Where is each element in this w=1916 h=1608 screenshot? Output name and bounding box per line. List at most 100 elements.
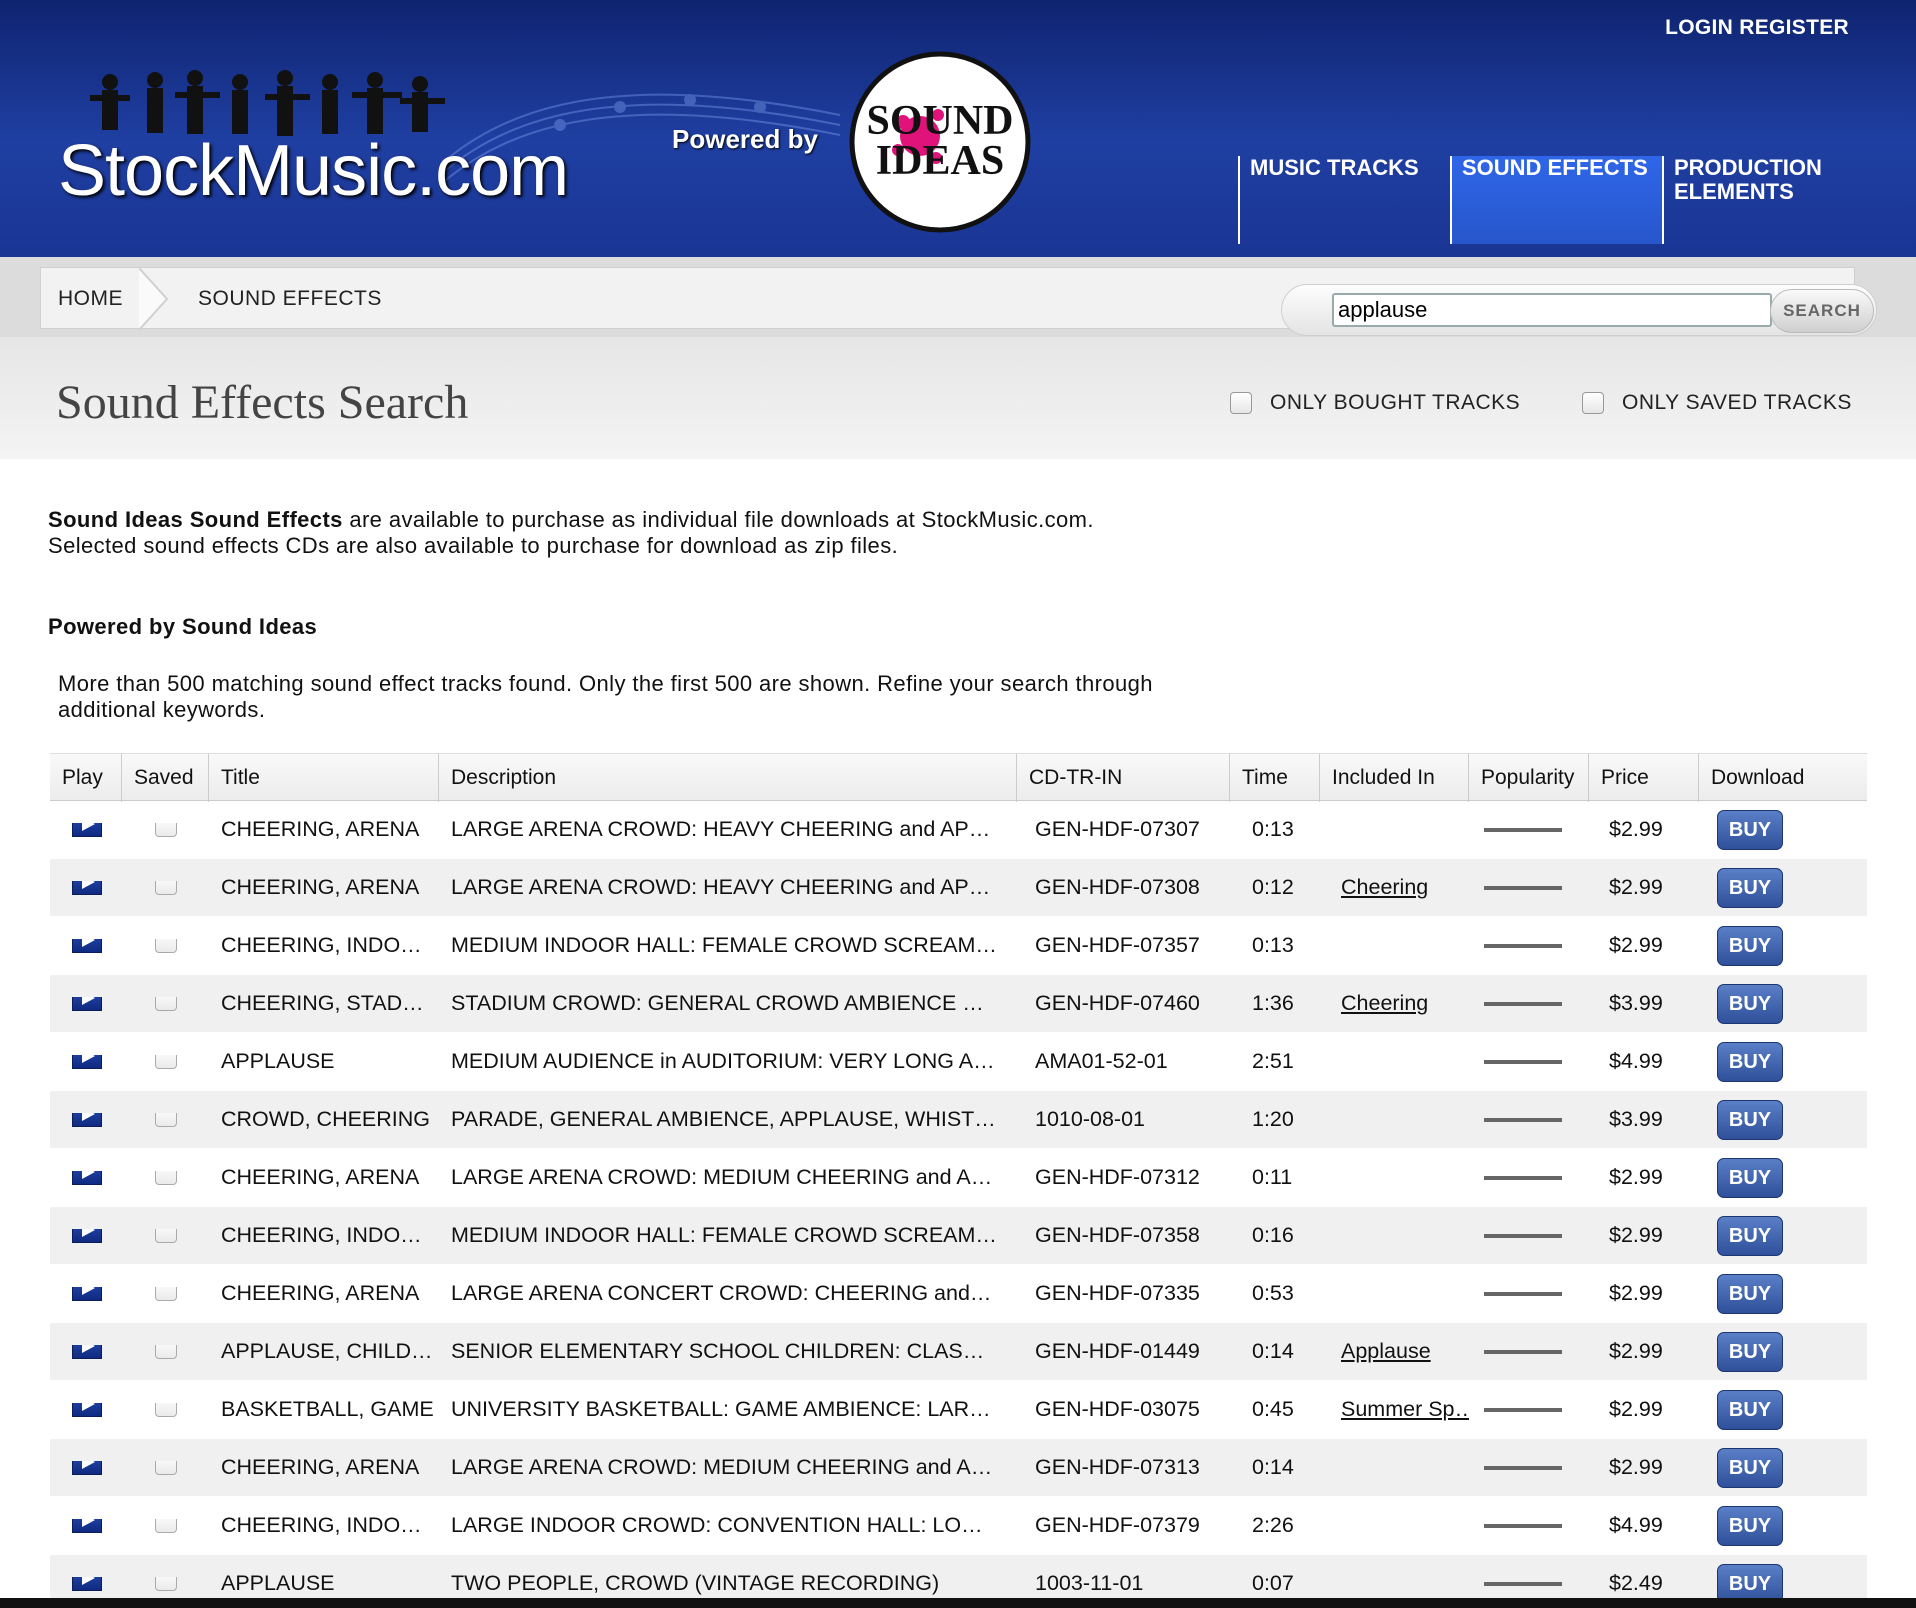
nav-production-elements[interactable]: PRODUCTION ELEMENTS (1662, 156, 1874, 244)
buy-button[interactable]: BUY (1717, 1215, 1783, 1256)
play-icon[interactable] (72, 1286, 102, 1301)
play-cell (50, 1228, 122, 1243)
buy-button[interactable]: BUY (1717, 1389, 1783, 1430)
play-icon[interactable] (72, 1112, 102, 1127)
saved-cell (122, 1460, 209, 1475)
buy-button[interactable]: BUY (1717, 1447, 1783, 1488)
save-checkbox[interactable] (154, 1576, 177, 1591)
play-icon[interactable] (72, 1460, 102, 1475)
header-time[interactable]: Time (1230, 754, 1320, 802)
save-checkbox[interactable] (154, 1344, 177, 1359)
nav-music-tracks[interactable]: MUSIC TRACKS (1238, 156, 1450, 244)
play-icon[interactable] (72, 1170, 102, 1185)
table-row: CROWD, CHEERING PARADE, GENERAL AMBIENCE,… (50, 1091, 1867, 1149)
buy-button[interactable]: BUY (1717, 867, 1783, 908)
track-price: $3.99 (1609, 1107, 1663, 1131)
save-checkbox[interactable] (154, 880, 177, 895)
buy-button[interactable]: BUY (1717, 1273, 1783, 1314)
track-description: STADIUM CROWD: GENERAL CROWD AMBIENCE … (451, 991, 984, 1015)
header-title[interactable]: Title (209, 754, 439, 802)
track-description: LARGE INDOOR CROWD: CONVENTION HALL: LO… (451, 1513, 983, 1537)
track-description: LARGE ARENA CROWD: HEAVY CHEERING and AP… (451, 875, 991, 899)
main-nav: MUSIC TRACKS SOUND EFFECTS PRODUCTION EL… (1238, 156, 1874, 244)
track-title: CHEERING, INDO… (221, 1223, 422, 1247)
header-saved[interactable]: Saved (122, 754, 209, 802)
nav-sound-effects[interactable]: SOUND EFFECTS (1450, 156, 1662, 244)
buy-button[interactable]: BUY (1717, 925, 1783, 966)
save-checkbox[interactable] (154, 822, 177, 837)
save-checkbox[interactable] (154, 1228, 177, 1243)
header-cd[interactable]: CD-TR-IN (1017, 754, 1230, 802)
login-link[interactable]: LOGIN (1665, 16, 1733, 39)
download-cell: BUY (1699, 1389, 1867, 1430)
buy-button[interactable]: BUY (1717, 809, 1783, 850)
track-time: 0:16 (1252, 1223, 1294, 1247)
track-description: MEDIUM INDOOR HALL: FEMALE CROWD SCREAM… (451, 1223, 997, 1247)
save-checkbox[interactable] (154, 1460, 177, 1475)
buy-button[interactable]: BUY (1717, 983, 1783, 1024)
track-cd-code: GEN-HDF-07460 (1035, 991, 1200, 1015)
track-price: $2.99 (1609, 1165, 1663, 1189)
play-icon[interactable] (72, 938, 102, 953)
play-cell (50, 1344, 122, 1359)
included-in-link[interactable]: Applause (1341, 1339, 1431, 1363)
buy-button[interactable]: BUY (1717, 1099, 1783, 1140)
track-time: 0:07 (1252, 1571, 1294, 1595)
play-icon[interactable] (72, 1228, 102, 1243)
save-checkbox[interactable] (154, 938, 177, 953)
header-description[interactable]: Description (439, 754, 1017, 802)
breadcrumb: HOME SOUND EFFECTS SEARCH (40, 267, 1877, 336)
included-in-link[interactable]: Summer Sp… (1341, 1397, 1469, 1421)
play-icon[interactable] (72, 1576, 102, 1591)
play-icon[interactable] (72, 822, 102, 837)
save-checkbox[interactable] (154, 1518, 177, 1533)
buy-button[interactable]: BUY (1717, 1157, 1783, 1198)
table-row: BASKETBALL, GAME UNIVERSITY BASKETBALL: G… (50, 1381, 1867, 1439)
sound-ideas-logo[interactable]: SOUND IDEAS (848, 50, 1033, 235)
save-checkbox[interactable] (154, 1112, 177, 1127)
save-checkbox[interactable] (154, 1054, 177, 1069)
download-cell: BUY (1699, 925, 1867, 966)
included-in-link[interactable]: Cheering (1341, 991, 1428, 1015)
play-icon[interactable] (72, 1054, 102, 1069)
search-input[interactable] (1332, 293, 1772, 327)
popularity-bar (1484, 1001, 1562, 1006)
breadcrumb-home[interactable]: HOME (58, 268, 123, 330)
track-description: PARADE, GENERAL AMBIENCE, APPLAUSE, WHIS… (451, 1107, 996, 1131)
header-included[interactable]: Included In (1320, 754, 1469, 802)
download-cell: BUY (1699, 1157, 1867, 1198)
saved-checkbox[interactable] (1582, 392, 1604, 414)
buy-button[interactable]: BUY (1717, 1041, 1783, 1082)
buy-button[interactable]: BUY (1717, 1505, 1783, 1546)
save-checkbox[interactable] (154, 996, 177, 1011)
track-description: LARGE ARENA CROWD: HEAVY CHEERING and AP… (451, 817, 991, 841)
register-link[interactable]: REGISTER (1739, 16, 1849, 39)
bought-checkbox[interactable] (1230, 392, 1252, 414)
popularity-bar (1484, 1291, 1562, 1296)
included-in-link[interactable]: Cheering (1341, 875, 1428, 899)
header-play[interactable]: Play (50, 754, 122, 802)
save-checkbox[interactable] (154, 1402, 177, 1417)
buy-button[interactable]: BUY (1717, 1331, 1783, 1372)
header-price[interactable]: Price (1589, 754, 1699, 802)
track-price: $2.99 (1609, 1455, 1663, 1479)
track-description: LARGE ARENA CROWD: MEDIUM CHEERING and A… (451, 1455, 993, 1479)
popularity-cell (1469, 1233, 1589, 1238)
play-icon[interactable] (72, 1344, 102, 1359)
header-popularity[interactable]: Popularity (1469, 754, 1589, 802)
play-icon[interactable] (72, 996, 102, 1011)
play-icon[interactable] (72, 1402, 102, 1417)
powered-heading: Powered by Sound Ideas (48, 614, 318, 639)
table-row: APPLAUSE, CHILD… SENIOR ELEMENTARY SCHOOL… (50, 1323, 1867, 1381)
search-button[interactable]: SEARCH (1770, 289, 1874, 333)
table-row: CHEERING, STAD… STADIUM CROWD: GENERAL CR… (50, 975, 1867, 1033)
saved-cell (122, 938, 209, 953)
play-icon[interactable] (72, 880, 102, 895)
popularity-bar (1484, 1175, 1562, 1180)
stockmusic-logo[interactable]: StockMusic.com (58, 130, 569, 212)
header-download[interactable]: Download (1699, 754, 1867, 802)
play-icon[interactable] (72, 1518, 102, 1533)
included-cell: Cheering (1320, 875, 1469, 900)
save-checkbox[interactable] (154, 1170, 177, 1185)
save-checkbox[interactable] (154, 1286, 177, 1301)
